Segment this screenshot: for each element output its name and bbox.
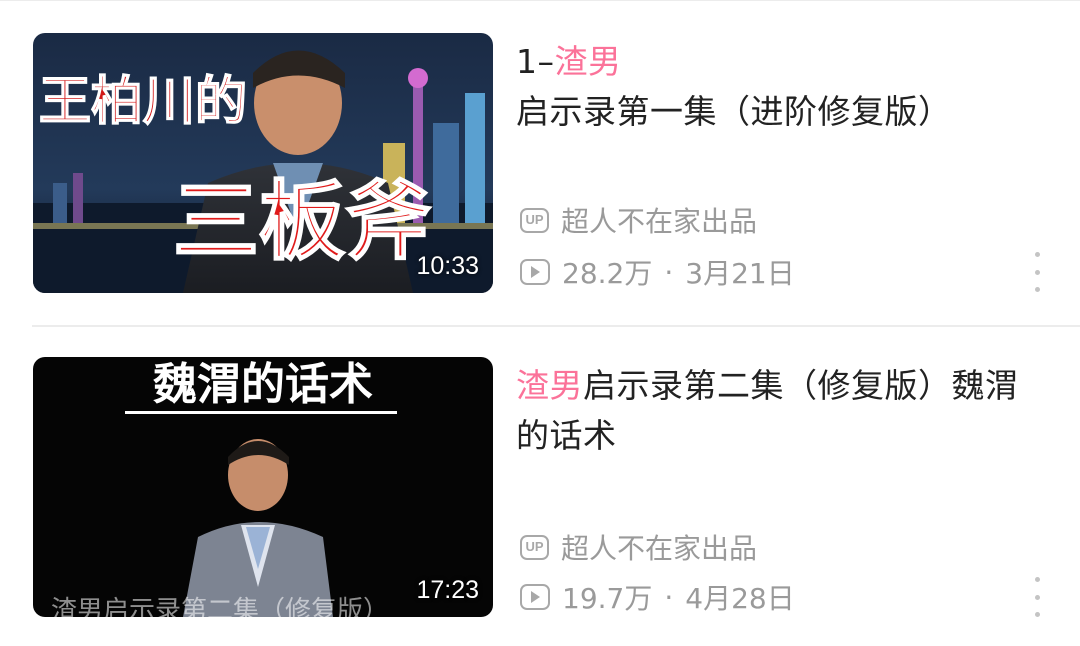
video-card[interactable]: 魏渭的话术 渣男启示录第二集（修复版） 17:23 渣男启示录第二集（修复版）魏… <box>0 327 1080 617</box>
thumbnail-caption-bottom: 渣男启示录第二集（修复版） <box>51 596 389 617</box>
uploader-name: 超人不在家出品 <box>561 205 758 238</box>
video-list: 王柏川的 三板斧 10:33 1–渣男启示录第一集（进阶修复版） UP 超人不在… <box>0 0 1080 646</box>
title-highlight: 渣男 <box>554 42 622 81</box>
thumbnail-caption-main: 三板斧 <box>173 172 431 272</box>
video-card[interactable]: 王柏川的 三板斧 10:33 1–渣男启示录第一集（进阶修复版） UP 超人不在… <box>0 0 1080 293</box>
more-options-icon[interactable] <box>1026 577 1048 617</box>
title-highlight: 渣男 <box>516 366 583 405</box>
publish-date: 4月28日 <box>685 582 795 615</box>
video-title[interactable]: 渣男启示录第二集（修复版）魏渭的话术 <box>516 361 1046 461</box>
publish-date: 3月21日 <box>685 257 795 290</box>
video-title[interactable]: 1–渣男启示录第一集（进阶修复版） <box>516 37 1046 137</box>
stats-row: 28.2万 · 3月21日 <box>520 252 795 292</box>
view-count: 28.2万 <box>562 257 653 290</box>
play-count-icon <box>520 584 550 610</box>
title-prefix: 1– <box>516 42 555 81</box>
video-thumbnail[interactable]: 魏渭的话术 渣男启示录第二集（修复版） 17:23 <box>33 357 493 617</box>
thumbnail-caption-top: 魏渭的话术 <box>153 359 373 410</box>
up-badge-icon: UP <box>520 207 549 233</box>
more-options-icon[interactable] <box>1026 252 1048 292</box>
uploader-name: 超人不在家出品 <box>561 532 758 565</box>
video-thumbnail[interactable]: 王柏川的 三板斧 10:33 <box>33 33 493 293</box>
uploader-row[interactable]: UP 超人不在家出品 <box>520 527 757 567</box>
uploader-row[interactable]: UP 超人不在家出品 <box>520 200 757 240</box>
play-count-icon <box>520 259 550 285</box>
video-duration: 10:33 <box>416 252 479 280</box>
separator: · <box>664 580 674 614</box>
up-badge-icon: UP <box>520 534 549 560</box>
title-rest: 启示录第一集（进阶修复版） <box>516 92 952 131</box>
stats-row: 19.7万 · 4月28日 <box>520 577 795 617</box>
view-count: 19.7万 <box>562 582 653 615</box>
thumbnail-caption-top: 王柏川的 <box>39 72 247 132</box>
video-duration: 17:23 <box>416 576 479 604</box>
separator: · <box>664 255 674 289</box>
title-rest: 启示录第二集（修复版）魏渭的话术 <box>516 366 1019 455</box>
